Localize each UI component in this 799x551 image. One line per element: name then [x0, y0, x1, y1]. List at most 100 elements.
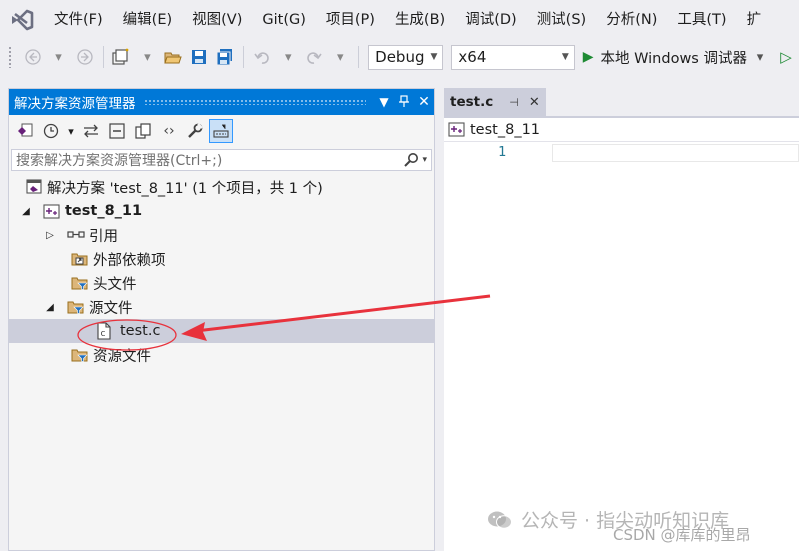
navigate-back-icon[interactable]	[22, 44, 44, 70]
menu-test[interactable]: 测试(S)	[527, 0, 597, 40]
current-line-highlight	[552, 144, 799, 162]
filter-folder-icon	[67, 298, 85, 316]
open-folder-icon[interactable]	[162, 44, 184, 70]
chevron-down-icon[interactable]: ▾	[65, 119, 77, 143]
menu-debug[interactable]: 调试(D)	[455, 0, 526, 40]
solution-label: 解决方案 'test_8_11' (1 个项目，共 1 个)	[47, 180, 323, 197]
undo-icon[interactable]	[251, 44, 273, 70]
toolbar-separator	[243, 46, 245, 68]
tree-item-external-dependencies[interactable]: 外部依赖项	[9, 247, 434, 271]
preview-selected-items-icon[interactable]	[209, 119, 233, 143]
cpp-project-icon	[448, 121, 466, 139]
search-icon[interactable]: ▾	[403, 152, 427, 168]
title-grip	[143, 99, 366, 105]
visual-studio-logo-icon[interactable]	[0, 0, 44, 40]
chevron-down-icon[interactable]: ▾	[329, 44, 351, 70]
svg-text:c: c	[101, 329, 106, 339]
tree-item-source-files[interactable]: ◢ 源文件	[9, 295, 434, 319]
platform-select[interactable]: x64 ▼	[451, 44, 575, 70]
menu-edit[interactable]: 编辑(E)	[113, 0, 182, 40]
menu-view[interactable]: 视图(V)	[182, 0, 252, 40]
chevron-down-icon[interactable]: ▾	[136, 44, 158, 70]
toolbar-separator	[102, 46, 104, 68]
tree-item-project[interactable]: ◢ test_8_11	[9, 199, 434, 223]
project-label: test_8_11	[65, 203, 143, 219]
tree-item-test-c[interactable]: c test.c	[9, 319, 434, 343]
start-debugging-button[interactable]: ▶ 本地 Windows 调试器	[583, 47, 747, 68]
expanded-triangle-icon[interactable]: ◢	[19, 206, 33, 217]
tab-test-c[interactable]: test.c ⊣ ✕	[444, 88, 546, 116]
save-all-icon[interactable]	[214, 44, 236, 70]
test-c-label: test.c	[120, 323, 161, 339]
menu-file[interactable]: 文件(F)	[44, 0, 113, 40]
close-icon[interactable]: ✕	[529, 95, 540, 110]
menu-extensions[interactable]: 扩	[737, 0, 772, 40]
chevron-down-icon[interactable]: ▾	[749, 44, 771, 70]
solution-explorer-title: 解决方案资源管理器	[14, 96, 136, 112]
window-menu-icon[interactable]: ▼	[374, 95, 394, 109]
menu-analyze[interactable]: 分析(N)	[596, 0, 667, 40]
pin-icon[interactable]: ⊣	[509, 96, 519, 109]
chevron-down-icon: ▼	[561, 52, 569, 62]
external-dependencies-label: 外部依赖项	[93, 252, 166, 269]
references-icon	[67, 226, 85, 244]
save-icon[interactable]	[188, 44, 210, 70]
watermark-csdn: CSDN @库库的里昂	[613, 526, 751, 544]
resource-files-label: 资源文件	[93, 348, 151, 365]
configuration-value: Debug	[375, 48, 425, 66]
configuration-select[interactable]: Debug ▼	[368, 44, 444, 70]
tree-item-resource-files[interactable]: 资源文件	[9, 343, 434, 367]
solution-explorer-toolbar: ▾ ‹›	[9, 115, 434, 147]
expanded-triangle-icon[interactable]: ◢	[43, 302, 57, 313]
solution-explorer-search-input[interactable]: 搜索解决方案资源管理器(Ctrl+;) ▾	[11, 149, 432, 171]
source-files-label: 源文件	[89, 300, 133, 317]
c-file-icon: c	[95, 322, 113, 340]
menu-bar: 文件(F) 编辑(E) 视图(V) Git(G) 项目(P) 生成(B) 调试(…	[0, 0, 799, 40]
menu-build[interactable]: 生成(B)	[385, 0, 455, 40]
pending-changes-filter-icon[interactable]	[39, 119, 63, 143]
properties-wrench-icon[interactable]	[183, 119, 207, 143]
collapsed-triangle-icon[interactable]: ▷	[43, 230, 57, 241]
collapse-all-icon[interactable]	[105, 119, 129, 143]
chevron-down-icon[interactable]: ▾	[277, 44, 299, 70]
play-icon: ▶	[582, 49, 594, 65]
nav-project-label: test_8_11	[470, 121, 541, 138]
new-project-icon[interactable]	[110, 44, 132, 70]
toolbar-grip[interactable]	[8, 46, 12, 68]
navigate-forward-icon[interactable]	[74, 44, 96, 70]
filter-folder-icon	[71, 346, 89, 364]
start-without-debugging-icon[interactable]: ▷	[775, 44, 797, 70]
header-files-label: 头文件	[93, 276, 137, 293]
filter-folder-icon	[71, 274, 89, 292]
search-placeholder: 搜索解决方案资源管理器(Ctrl+;)	[16, 153, 223, 169]
menu-project[interactable]: 项目(P)	[316, 0, 385, 40]
tree-item-solution[interactable]: 解决方案 'test_8_11' (1 个项目，共 1 个)	[9, 175, 434, 199]
editor-navigation-bar[interactable]: test_8_11	[444, 118, 799, 142]
menu-tools[interactable]: 工具(T)	[667, 0, 736, 40]
wechat-icon	[487, 510, 513, 530]
menu-git[interactable]: Git(G)	[252, 0, 316, 40]
view-code-icon[interactable]: ‹›	[157, 119, 181, 143]
chevron-down-icon[interactable]: ▾	[48, 44, 70, 70]
sync-active-document-icon[interactable]	[79, 119, 103, 143]
pin-icon[interactable]	[394, 94, 414, 110]
tree-item-references[interactable]: ▷ 引用	[9, 223, 434, 247]
show-all-files-icon[interactable]	[131, 119, 155, 143]
solution-explorer-title-bar[interactable]: 解决方案资源管理器 ▼ ✕	[9, 89, 434, 115]
tree-item-header-files[interactable]: 头文件	[9, 271, 434, 295]
tab-test-c-label: test.c	[450, 94, 494, 110]
code-editor[interactable]: 1	[444, 142, 799, 551]
references-label: 引用	[89, 228, 118, 245]
redo-icon[interactable]	[303, 44, 325, 70]
run-label: 本地 Windows 调试器	[600, 50, 747, 67]
editor-tab-strip: test.c ⊣ ✕	[444, 88, 799, 116]
solution-tree: 解决方案 'test_8_11' (1 个项目，共 1 个) ◢ test_8_…	[9, 175, 434, 367]
cpp-project-icon	[43, 202, 61, 220]
external-dependencies-icon	[71, 250, 89, 268]
chevron-down-icon: ▼	[430, 52, 438, 62]
solution-explorer-panel: 解决方案资源管理器 ▼ ✕ ▾ ‹› 搜索解决方案资源管理器(Ctrl+;) ▾…	[8, 88, 435, 551]
platform-value: x64	[458, 48, 487, 66]
switch-views-icon[interactable]	[13, 119, 37, 143]
close-icon[interactable]: ✕	[414, 94, 434, 110]
toolbar-separator	[358, 46, 360, 68]
